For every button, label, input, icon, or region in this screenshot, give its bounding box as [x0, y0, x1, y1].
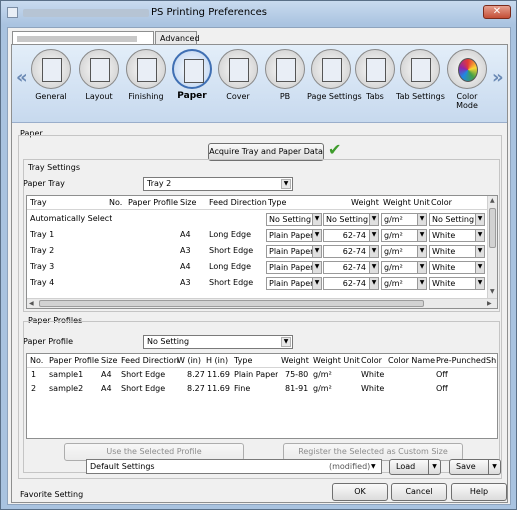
tabs-icon	[366, 58, 386, 82]
close-button[interactable]: ✕	[483, 5, 511, 19]
color-mode-icon	[458, 58, 478, 82]
advanced-tab-panel: « » General Layout Finishing Paper Cover…	[11, 44, 508, 503]
scroll-left-icon[interactable]: «	[16, 67, 28, 88]
finishing-icon	[137, 58, 157, 82]
chevron-down-icon[interactable]: ▼	[428, 460, 440, 474]
category-layout[interactable]: Layout	[75, 49, 123, 101]
tray-settings-group-box	[23, 159, 500, 312]
ok-button[interactable]: OK	[332, 483, 388, 501]
favorite-setting-select[interactable]: Default Settings (modified) ▼	[86, 459, 382, 474]
category-tab-settings[interactable]: Tab Settings	[396, 49, 445, 101]
cover-icon	[229, 58, 249, 82]
acquired-check-icon: ✔	[328, 140, 342, 159]
chevron-down-icon: ▼	[371, 463, 376, 470]
category-color-mode[interactable]: Color Mode	[443, 49, 491, 110]
perfect-binding-icon	[276, 58, 296, 82]
tab-settings-icon	[411, 58, 431, 82]
save-button[interactable]: Save ▼	[449, 459, 501, 475]
scroll-right-icon[interactable]: »	[492, 67, 504, 88]
title-printer-name-redacted	[23, 9, 149, 17]
general-icon	[42, 58, 62, 82]
printer-app-icon	[7, 7, 18, 18]
help-button[interactable]: Help	[451, 483, 507, 501]
tab-advanced[interactable]: Advanced	[155, 31, 200, 45]
title-bar: PS Printing Preferences ✕	[1, 1, 516, 25]
load-button[interactable]: Load ▼	[389, 459, 441, 475]
page-settings-icon	[322, 58, 342, 82]
cancel-button[interactable]: Cancel	[391, 483, 447, 501]
category-paper[interactable]: Paper	[168, 49, 216, 101]
category-cover[interactable]: Cover	[214, 49, 262, 101]
category-icon-bar: « » General Layout Finishing Paper Cover…	[12, 45, 507, 123]
category-page-settings[interactable]: Page Settings	[307, 49, 362, 101]
category-general[interactable]: General	[27, 49, 75, 101]
category-tabs[interactable]: Tabs	[351, 49, 399, 101]
dialog-client: Advanced « » General Layout Finishing Pa…	[7, 27, 511, 505]
chevron-down-icon[interactable]: ▼	[488, 460, 500, 474]
category-pb[interactable]: PB	[261, 49, 309, 101]
window-title: PS Printing Preferences	[151, 7, 268, 18]
category-finishing[interactable]: Finishing	[122, 49, 170, 101]
printing-preferences-window: PS Printing Preferences ✕ Advanced « » G…	[0, 0, 517, 510]
tab-printer-redacted[interactable]	[12, 31, 154, 45]
modified-indicator: (modified)	[329, 462, 371, 471]
paper-icon	[184, 59, 204, 83]
layout-icon	[90, 58, 110, 82]
favorite-setting-label: Favorite Setting	[20, 490, 84, 499]
